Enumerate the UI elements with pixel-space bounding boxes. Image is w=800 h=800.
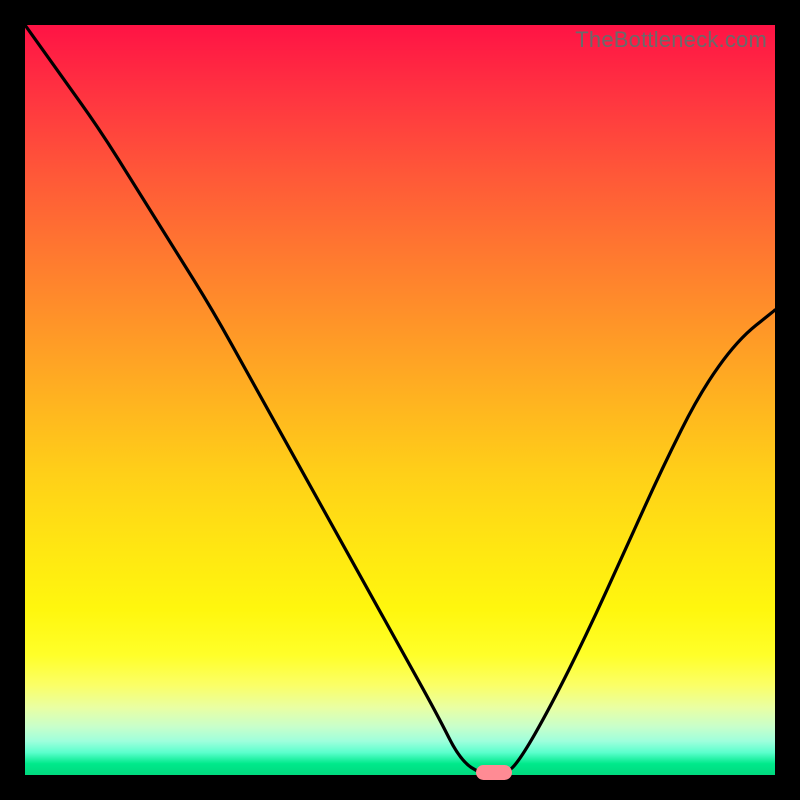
plot-area: TheBottleneck.com: [25, 25, 775, 775]
bottleneck-curve: [25, 25, 775, 775]
watermark-text: TheBottleneck.com: [575, 27, 767, 53]
optimal-marker: [476, 765, 512, 780]
chart-frame: TheBottleneck.com: [0, 0, 800, 800]
curve-path: [25, 25, 775, 775]
